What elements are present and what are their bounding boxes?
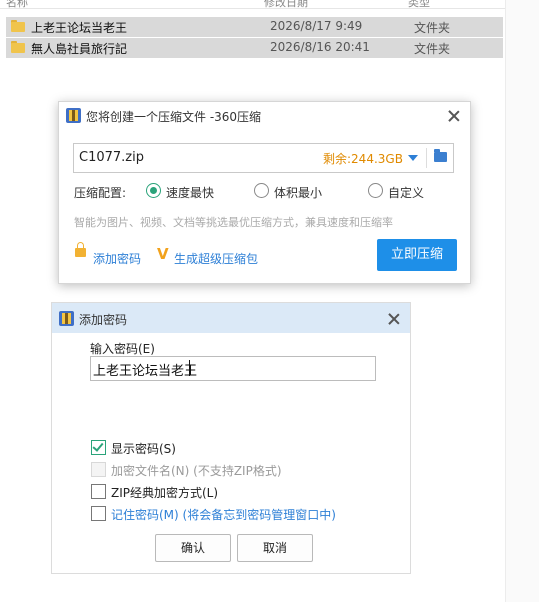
file-type: 文件夹 [414, 21, 451, 35]
close-icon[interactable] [447, 109, 461, 123]
password-label: 输入密码(E) [90, 342, 155, 356]
column-header: 名称 修改日期 类型 [0, 0, 505, 9]
hint-text: 智能为图片、视频、文档等挑选最优压缩方式，兼具速度和压缩率 [74, 216, 393, 229]
lock-icon [75, 242, 86, 257]
v-badge-icon: V [157, 245, 169, 263]
confirm-button[interactable]: 确认 [155, 534, 231, 562]
config-label: 压缩配置: [74, 186, 127, 200]
zip-archive-icon [66, 108, 81, 123]
folder-icon [11, 41, 25, 53]
archive-path-value[interactable]: C1077.zip [79, 150, 144, 165]
zip-classic-encryption-label[interactable]: ZIP经典加密方式(L) [111, 484, 218, 501]
zip-classic-encryption-checkbox[interactable] [91, 484, 106, 499]
radio-fastest-label[interactable]: 速度最快 [166, 184, 214, 201]
cancel-button[interactable]: 取消 [237, 534, 313, 562]
radio-fastest[interactable] [146, 183, 161, 198]
show-password-checkbox[interactable] [91, 440, 106, 455]
radio-custom-label[interactable]: 自定义 [388, 184, 424, 201]
password-input[interactable]: 上老王论坛当老王 [90, 356, 376, 381]
text-caret [189, 360, 190, 376]
remember-password-label[interactable]: 记住密码(M) (将会备忘到密码管理窗口中) [111, 506, 336, 523]
scroll-area [505, 0, 539, 602]
add-password-link[interactable]: 添加密码 [93, 250, 141, 267]
free-space-label: 剩余:244.3GB [323, 152, 403, 166]
compress-dialog: 您将创建一个压缩文件 -360压缩 C1077.zip 剩余:244.3GB 压… [58, 101, 471, 284]
file-row[interactable]: 無人島社員旅行記 2026/8/16 20:41 文件夹 [6, 38, 503, 58]
encrypt-filenames-checkbox [91, 462, 106, 477]
file-date: 2026/8/17 9:49 [270, 19, 363, 33]
folder-icon[interactable] [434, 149, 447, 162]
dialog-title: 添加密码 [79, 313, 128, 327]
encrypt-filenames-label: 加密文件名(N) (不支持ZIP格式) [111, 464, 282, 478]
close-icon[interactable] [387, 312, 401, 326]
column-name[interactable]: 名称 [6, 0, 28, 10]
divider [426, 148, 427, 168]
password-value: 上老王论坛当老王 [93, 364, 198, 379]
file-type: 文件夹 [414, 42, 451, 56]
folder-icon [11, 20, 25, 32]
compress-now-button[interactable]: 立即压缩 [377, 239, 457, 271]
dialog-title: 您将创建一个压缩文件 -360压缩 [86, 110, 262, 124]
dialog-titlebar: 您将创建一个压缩文件 -360压缩 [59, 102, 470, 129]
file-name: 上老王论坛当老王 [31, 21, 128, 35]
password-dialog: 添加密码 输入密码(E) 上老王论坛当老王 显示密码(S) 加密文件名(N) (… [51, 302, 411, 574]
radio-smallest-label[interactable]: 体积最小 [274, 184, 322, 201]
remember-password-checkbox[interactable] [91, 506, 106, 521]
radio-custom[interactable] [368, 183, 383, 198]
column-type[interactable]: 类型 [408, 0, 430, 10]
file-name: 無人島社員旅行記 [31, 42, 128, 56]
radio-smallest[interactable] [254, 183, 269, 198]
show-password-label[interactable]: 显示密码(S) [111, 440, 176, 457]
file-row[interactable]: 上老王论坛当老王 2026/8/17 9:49 文件夹 [6, 17, 503, 37]
zip-archive-icon [59, 311, 74, 326]
super-package-link[interactable]: 生成超级压缩包 [174, 250, 258, 267]
column-date[interactable]: 修改日期 [264, 0, 308, 10]
dialog-titlebar: 添加密码 [52, 303, 410, 333]
file-date: 2026/8/16 20:41 [270, 40, 370, 54]
chevron-down-icon[interactable] [408, 155, 418, 161]
archive-path-field[interactable]: C1077.zip 剩余:244.3GB [73, 143, 454, 173]
